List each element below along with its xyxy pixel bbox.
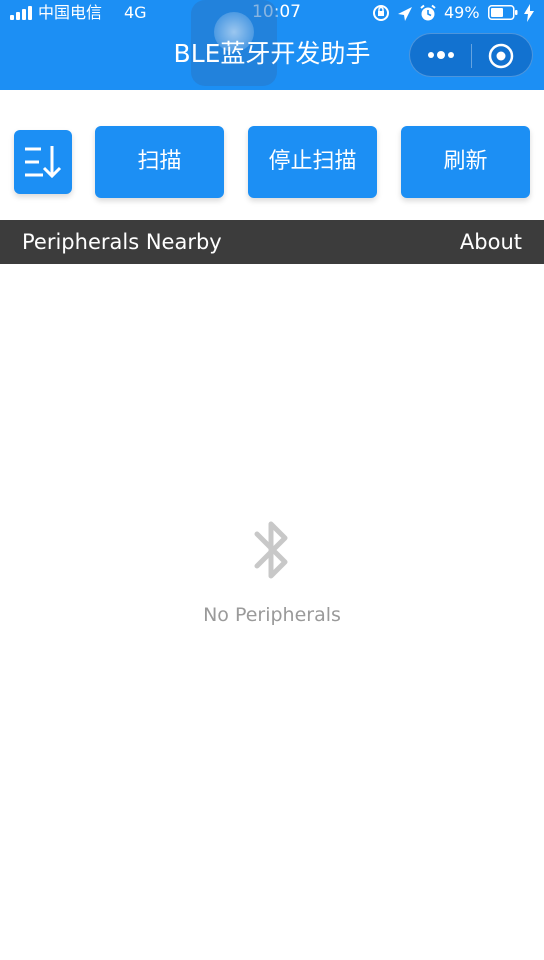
charging-icon <box>524 4 534 22</box>
scan-button[interactable]: 扫描 <box>95 126 224 198</box>
top-bar: 中国电信 4G 10:07 49% <box>0 0 544 90</box>
about-link[interactable]: About <box>460 220 522 264</box>
bluetooth-icon <box>254 521 288 579</box>
empty-state-message: No Peripherals <box>203 604 341 626</box>
app-screen: 中国电信 4G 10:07 49% <box>0 0 544 960</box>
rotation-lock-icon <box>373 5 389 21</box>
status-icons <box>373 4 436 21</box>
more-dots-icon[interactable] <box>424 40 458 70</box>
menu-capsule <box>409 33 533 77</box>
battery-icon <box>488 5 518 20</box>
refresh-button[interactable]: 刷新 <box>401 126 530 198</box>
alarm-icon <box>420 4 436 21</box>
carrier-name: 中国电信 <box>38 3 103 22</box>
network-type: 4G <box>124 3 147 22</box>
section-header: Peripherals Nearby About <box>0 220 544 264</box>
stop-scan-button[interactable]: 停止扫描 <box>248 126 377 198</box>
battery-percent: 49% <box>444 3 480 22</box>
location-icon <box>398 7 412 21</box>
close-miniprogram-icon[interactable] <box>486 41 516 71</box>
sort-icon <box>25 146 62 179</box>
signal-icon <box>10 6 34 20</box>
sort-button[interactable] <box>14 130 72 194</box>
section-title: Peripherals Nearby <box>22 230 222 254</box>
